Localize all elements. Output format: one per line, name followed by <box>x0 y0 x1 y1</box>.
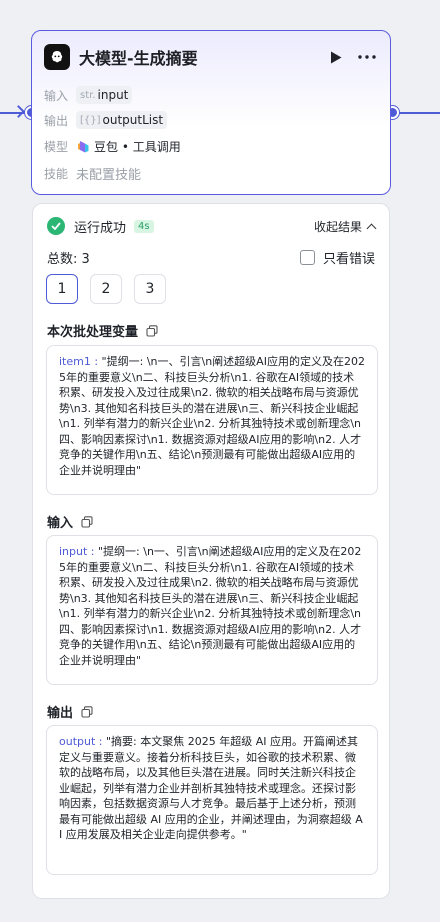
skill-row: 技能 未配置技能 <box>44 164 141 183</box>
run-button[interactable] <box>326 47 346 67</box>
batch-pager: 1 2 3 <box>46 274 178 304</box>
output-param-name: outputList <box>102 113 164 127</box>
output-row: 输出 [{}] outputList <box>44 111 168 129</box>
input-value: "提纲一: \n一、引言\n阐述超级AI应用的定义及在2025年的重要意义\n二… <box>59 545 362 667</box>
string-type-icon: str. <box>80 89 96 101</box>
skill-value: 未配置技能 <box>76 168 142 183</box>
more-options-button[interactable] <box>356 47 378 67</box>
only-errors-toggle[interactable]: 只看错误 <box>299 248 375 267</box>
outgoing-edge <box>393 112 440 114</box>
output-section-title: 输出 <box>47 706 74 721</box>
input-value-box: input : "提纲一: \n一、引言\n阐述超级AI应用的定义及在2025年… <box>46 535 378 685</box>
input-label: 输入 <box>44 88 69 103</box>
output-value: "摘要: 本文聚焦 2025 年超级 AI 应用。开篇阐述其定义与重要意义。接着… <box>59 735 363 841</box>
input-param-name: input <box>97 88 129 102</box>
status-row: 运行成功 4s 收起结果 <box>47 215 377 237</box>
copy-icon[interactable] <box>146 324 158 337</box>
total-row: 总数: 3 只看错误 <box>47 246 375 268</box>
batch-page-1[interactable]: 1 <box>46 274 78 304</box>
batch-page-2[interactable]: 2 <box>90 274 122 304</box>
output-key: output : <box>59 735 103 748</box>
collapse-results-button[interactable]: 收起结果 <box>313 218 377 235</box>
node-title: 大模型-生成摘要 <box>79 49 198 68</box>
more-icon <box>358 55 376 59</box>
doubao-model-icon <box>78 140 89 152</box>
batch-vars-box: item1 : "提纲一: \n一、引言\n阐述超级AI应用的定义及在2025年… <box>46 345 378 495</box>
copy-icon[interactable] <box>81 515 93 528</box>
success-check-icon <box>47 217 65 235</box>
input-section-title: 输入 <box>47 516 74 531</box>
duration-badge: 4s <box>134 219 154 233</box>
llm-node-card[interactable]: 大模型-生成摘要 输入 str. input 输出 [{}] outputLis… <box>31 30 391 195</box>
model-row: 模型 豆包 • 工具调用 <box>44 138 181 155</box>
run-status-text: 运行成功 <box>74 220 127 236</box>
output-label: 输出 <box>44 113 69 128</box>
input-key: input : <box>59 545 95 558</box>
llm-brain-icon <box>44 44 70 70</box>
only-errors-checkbox[interactable] <box>299 249 315 265</box>
play-icon <box>331 51 342 63</box>
batch-var-value: "提纲一: \n一、引言\n阐述超级AI应用的定义及在2025年的重要意义\n二… <box>59 355 365 477</box>
skill-label: 技能 <box>44 167 69 181</box>
output-param-chip: [{}] outputList <box>76 111 168 129</box>
batch-var-key: item1 : <box>59 355 99 368</box>
model-name: 豆包 • 工具调用 <box>94 140 181 154</box>
input-row: 输入 str. input <box>44 86 133 104</box>
output-section-header: 输出 <box>47 702 93 721</box>
collapse-label: 收起结果 <box>313 219 362 234</box>
chevron-up-icon <box>366 223 377 233</box>
batch-vars-header: 本次批处理变量 <box>47 321 158 340</box>
output-value-box: output : "摘要: 本文聚焦 2025 年超级 AI 应用。开篇阐述其定… <box>46 725 378 875</box>
input-param-chip: str. input <box>76 86 133 104</box>
model-label: 模型 <box>44 140 69 154</box>
node-header: 大模型-生成摘要 <box>44 43 378 71</box>
copy-icon[interactable] <box>81 705 93 718</box>
batch-page-3[interactable]: 3 <box>134 274 166 304</box>
only-errors-label: 只看错误 <box>322 251 375 267</box>
run-result-panel: 运行成功 4s 收起结果 总数: 3 只看错误 1 2 3 本次批处理变量 it… <box>32 203 390 899</box>
total-count: 总数: 3 <box>47 251 90 267</box>
array-object-type-icon: [{}] <box>80 114 101 126</box>
batch-vars-title: 本次批处理变量 <box>47 325 139 340</box>
input-section-header: 输入 <box>47 512 93 531</box>
incoming-arrow-icon <box>12 105 25 118</box>
